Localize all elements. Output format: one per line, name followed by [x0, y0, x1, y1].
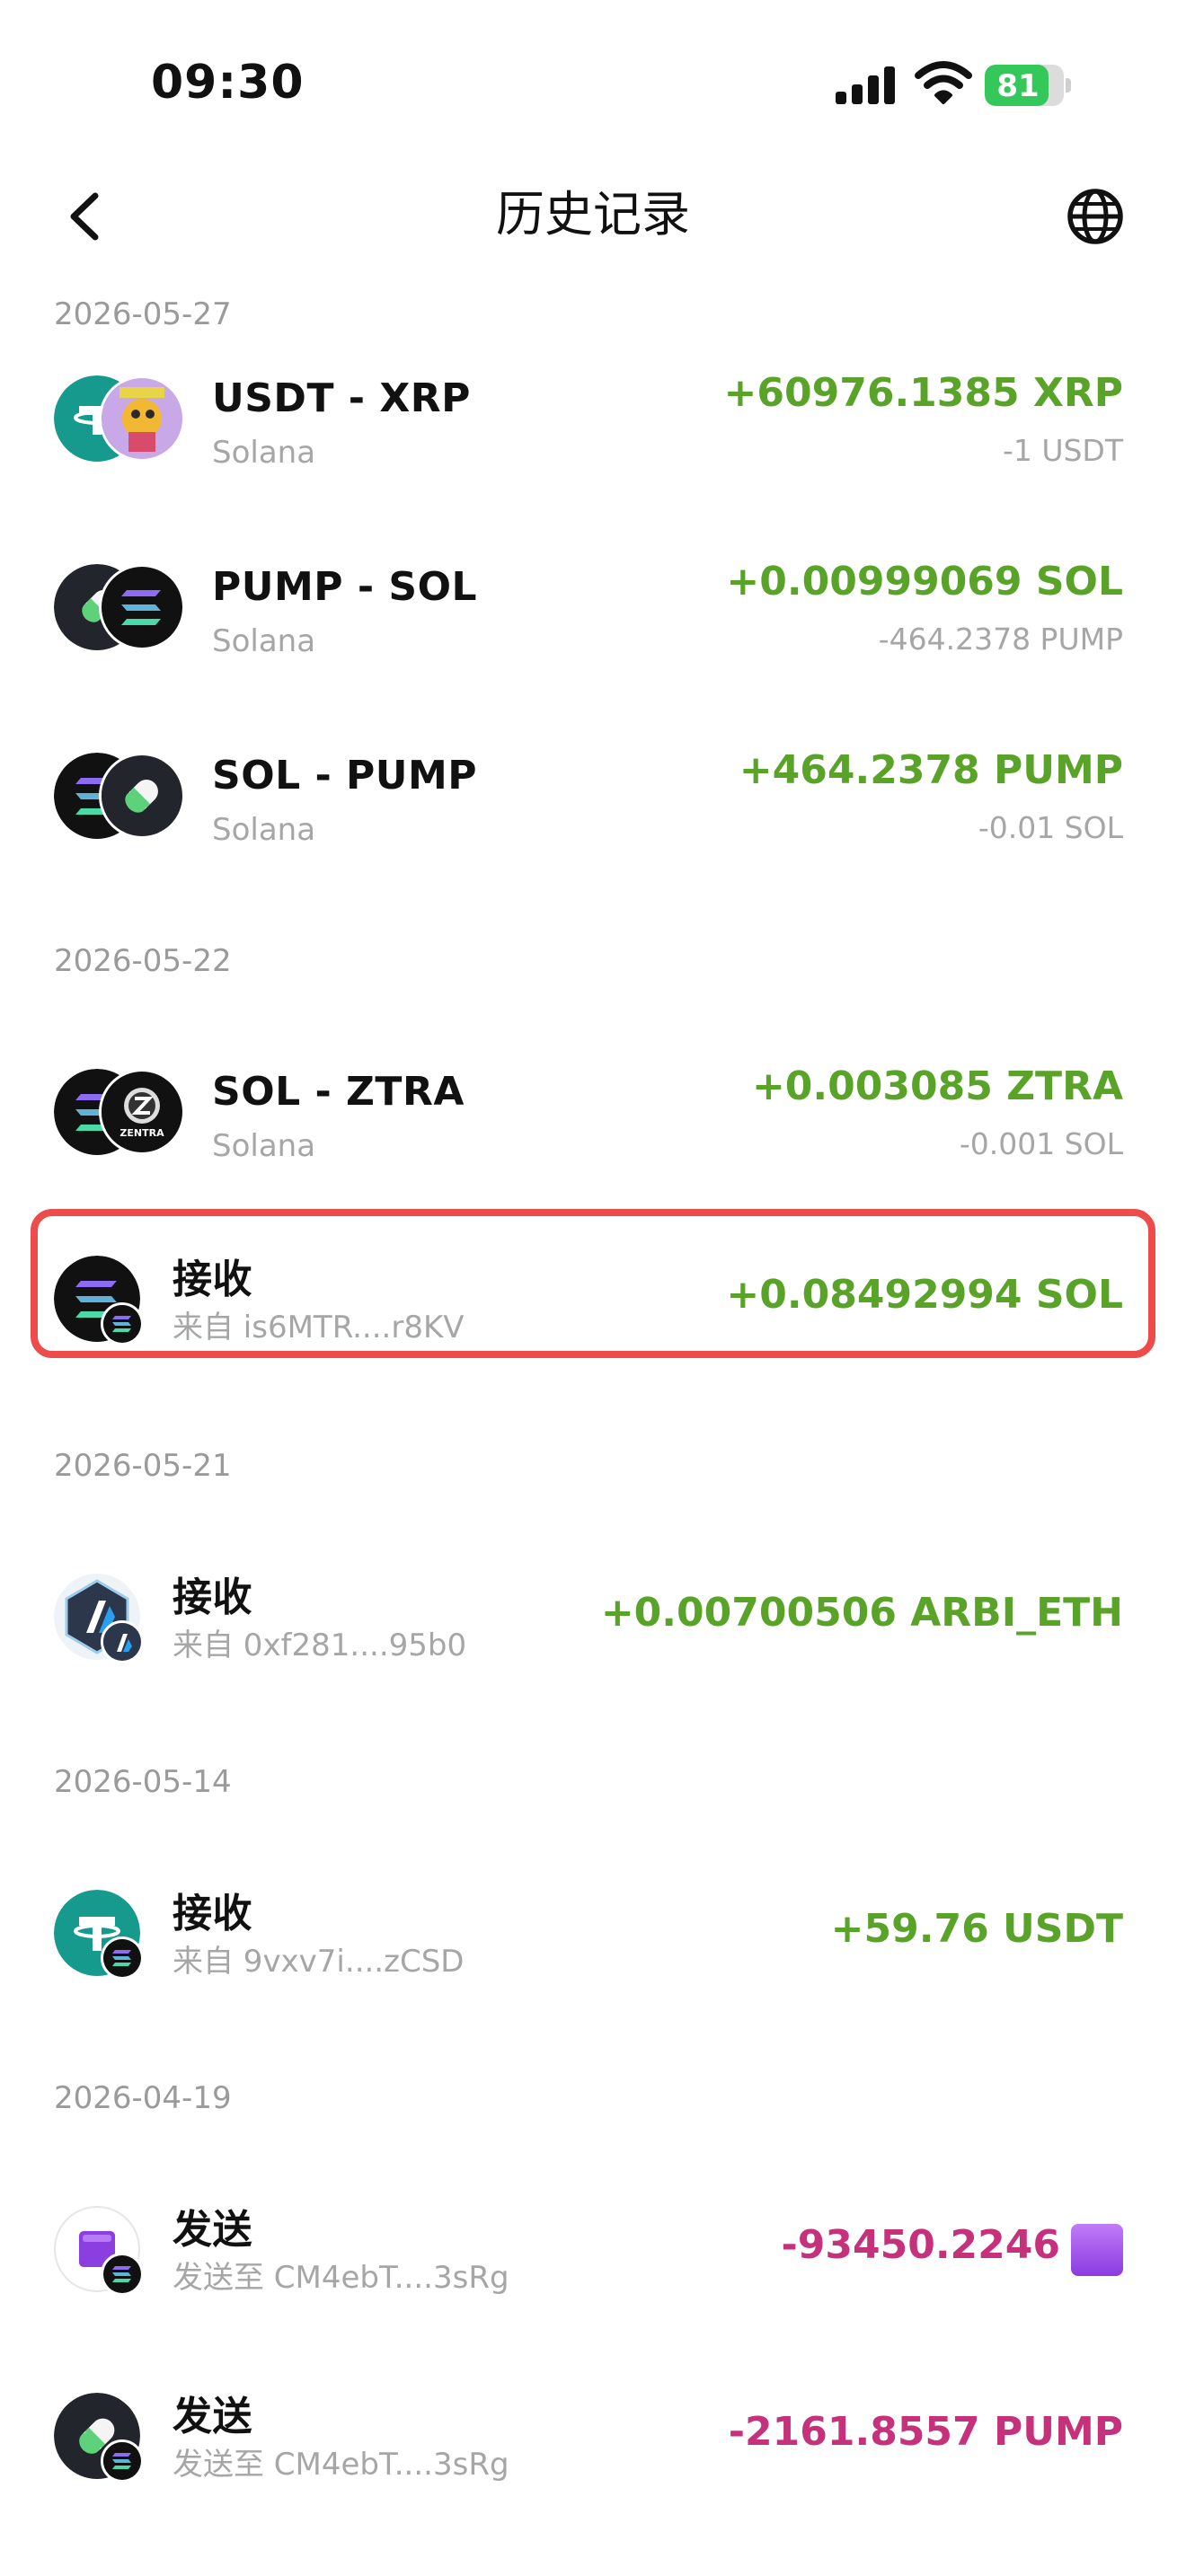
battery-indicator: 81 — [985, 65, 1071, 106]
status-bar: 09:30 81 — [0, 0, 1186, 171]
solana-network-badge-icon — [101, 1302, 144, 1345]
battery-percent: 81 — [996, 68, 1040, 104]
transaction-row[interactable]: 发送 发送至 CM4ebT....3sRg -2161.8557 PUMP — [0, 2393, 1186, 2527]
sol-token-icon — [99, 564, 185, 650]
svg-text:ZENTRA: ZENTRA — [119, 1127, 164, 1139]
wifi-icon — [915, 61, 972, 104]
transaction-row[interactable]: ZENTRA SOL - ZTRA Solana +0.003085 ZTRA … — [0, 1063, 1186, 1204]
arbitrum-network-badge-icon — [101, 1620, 144, 1663]
transaction-amount: +0.08492994 SOL — [726, 1272, 1123, 1318]
date-header: 2026-05-21 — [54, 1448, 232, 1484]
transaction-counterparty: 发送至 CM4ebT....3sRg — [173, 2447, 509, 2483]
token-icon — [54, 2206, 144, 2296]
transaction-title: USDT - XRP — [212, 375, 471, 421]
transaction-title: 接收 — [173, 1575, 252, 1620]
transaction-counterparty: 来自 0xf281....95b0 — [173, 1628, 467, 1663]
solana-network-badge-icon — [101, 2253, 144, 2296]
page-title: 历史记录 — [496, 186, 690, 243]
cellular-signal-icon — [836, 65, 898, 104]
token-pair-icons: ZENTRA — [54, 1069, 189, 1155]
solana-network-badge-icon — [101, 2439, 144, 2483]
token-pair-icons — [54, 375, 189, 462]
ztra-token-icon: ZENTRA — [99, 1069, 185, 1155]
transaction-title: 接收 — [173, 1891, 252, 1936]
transaction-network: Solana — [212, 623, 316, 659]
date-header: 2026-05-14 — [54, 1764, 232, 1800]
token-pair-icons — [54, 753, 189, 839]
language-button[interactable] — [1066, 176, 1125, 251]
transaction-row[interactable]: USDT - XRP Solana +60976.1385 XRP -1 USD… — [0, 370, 1186, 510]
transaction-amount: +0.00700506 ARBI_ETH — [600, 1590, 1123, 1636]
token-icon — [54, 1890, 144, 1980]
transaction-amount: +59.76 USDT — [830, 1906, 1123, 1952]
transaction-counterparty: 发送至 CM4ebT....3sRg — [173, 2260, 509, 2296]
transaction-amount-secondary: -0.001 SOL — [959, 1126, 1123, 1161]
token-icon — [54, 1574, 144, 1663]
transaction-title: SOL - PUMP — [212, 753, 478, 798]
token-icon — [54, 1256, 144, 1345]
transaction-row[interactable]: 发送 发送至 CM4ebT....3sRg -93450.2246 — [0, 2206, 1186, 2341]
pump-token-icon — [99, 753, 185, 839]
transaction-row[interactable]: 接收 来自 0xf281....95b0 +0.00700506 ARBI_ET… — [0, 1574, 1186, 1708]
transaction-row[interactable]: 接收 来自 is6MTR....r8KV +0.08492994 SOL — [0, 1256, 1186, 1390]
nav-header: 历史记录 — [0, 162, 1186, 296]
xrp-token-icon — [99, 375, 185, 462]
transaction-amount-secondary: -1 USDT — [1002, 433, 1123, 468]
transaction-amount: +0.003085 ZTRA — [751, 1063, 1123, 1109]
purple-square-emoji-icon — [1071, 2224, 1123, 2276]
transaction-network: Solana — [212, 435, 316, 471]
transaction-title: 接收 — [173, 1257, 252, 1302]
transaction-amount: -2161.8557 PUMP — [728, 2409, 1123, 2455]
status-time: 09:30 — [151, 56, 305, 110]
transaction-row[interactable]: PUMP - SOL Solana +0.00999069 SOL -464.2… — [0, 559, 1186, 699]
token-icon — [54, 2393, 144, 2483]
transaction-counterparty: 来自 9vxv7i....zCSD — [173, 1944, 465, 1980]
transaction-network: Solana — [212, 812, 316, 848]
transaction-amount-secondary: -464.2378 PUMP — [878, 622, 1123, 657]
transaction-amount: -93450.2246 — [781, 2222, 1060, 2268]
token-pair-icons — [54, 564, 189, 650]
transaction-title: PUMP - SOL — [212, 564, 478, 610]
date-header: 2026-05-27 — [54, 296, 232, 332]
transaction-counterparty: 来自 is6MTR....r8KV — [173, 1310, 465, 1345]
transaction-title: 发送 — [173, 2207, 252, 2253]
transaction-amount: +60976.1385 XRP — [723, 370, 1124, 416]
transaction-amount: +0.00999069 SOL — [726, 559, 1123, 604]
transaction-title: 发送 — [173, 2394, 252, 2439]
transaction-amount: +464.2378 PUMP — [739, 747, 1123, 793]
transaction-network: Solana — [212, 1128, 316, 1164]
transaction-title: SOL - ZTRA — [212, 1069, 465, 1115]
transaction-row[interactable]: SOL - PUMP Solana +464.2378 PUMP -0.01 S… — [0, 747, 1186, 887]
solana-network-badge-icon — [101, 1936, 144, 1980]
date-header: 2026-05-22 — [54, 943, 232, 979]
date-header: 2026-04-19 — [54, 2080, 232, 2116]
transaction-row[interactable]: 接收 来自 9vxv7i....zCSD +59.76 USDT — [0, 1890, 1186, 2025]
globe-icon — [1067, 189, 1123, 244]
transaction-amount-secondary: -0.01 SOL — [978, 810, 1123, 845]
